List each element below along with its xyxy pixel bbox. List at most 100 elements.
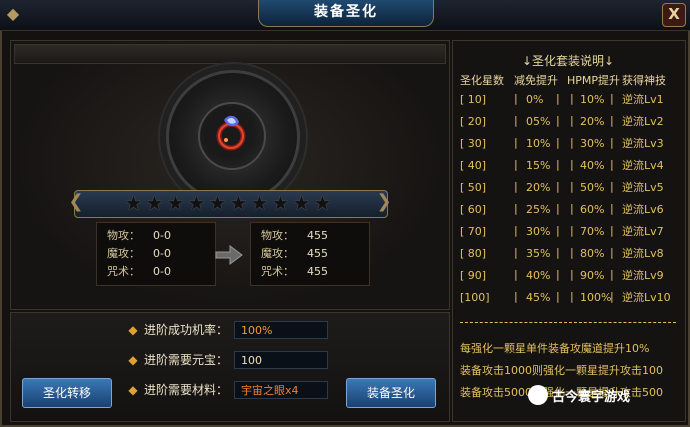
- column-separator: |: [514, 158, 518, 171]
- watermark: 古今寰宇游戏: [528, 384, 630, 406]
- column-separator: |: [556, 290, 560, 303]
- gold-cost-row: ◆ 进阶需要元宝： 100: [126, 350, 328, 370]
- star-icon: ★: [271, 191, 290, 215]
- corner-ornament-icon: ◆: [6, 4, 20, 23]
- stat-value: 0-0: [153, 265, 171, 278]
- set-info-cell: [ 70]: [460, 225, 487, 238]
- requirement-label: 进阶成功机率：: [144, 323, 229, 337]
- next-stat-row: 咒术： 455: [261, 263, 328, 281]
- set-info-cell: [ 20]: [460, 115, 487, 128]
- column-separator: |: [514, 180, 518, 193]
- column-separator: |: [556, 92, 560, 105]
- column-separator: |: [570, 92, 574, 105]
- column-separator: |: [570, 246, 574, 259]
- star-icon: ★: [124, 191, 143, 215]
- column-separator: |: [610, 180, 614, 193]
- stat-value: 0-0: [153, 229, 171, 242]
- stat-label: 魔攻：: [261, 247, 294, 260]
- set-info-cell: 35%: [526, 247, 551, 260]
- star-icon: ★: [229, 191, 248, 215]
- column-separator: |: [610, 92, 614, 105]
- star-icon: ★: [208, 191, 227, 215]
- set-info-cell: [ 80]: [460, 247, 487, 260]
- column-separator: |: [610, 158, 614, 171]
- set-info-cell: [100]: [460, 291, 490, 304]
- sanctify-button[interactable]: 装备圣化: [346, 378, 436, 408]
- column-separator: |: [514, 290, 518, 303]
- set-info-cell: 05%: [526, 115, 551, 128]
- column-separator: |: [556, 114, 560, 127]
- header-hpmp: HPMP提升: [567, 74, 621, 87]
- column-separator: |: [570, 224, 574, 237]
- stat-value: 455: [307, 265, 328, 278]
- diamond-icon: ◆: [128, 323, 138, 337]
- set-info-cell: 30%: [526, 225, 551, 238]
- column-separator: |: [610, 114, 614, 127]
- set-info-cell: 50%: [580, 181, 605, 194]
- set-info-cell: 10%: [526, 137, 551, 150]
- equipment-name-strip: [14, 44, 446, 64]
- stat-label: 咒术：: [107, 265, 140, 278]
- note-line: 装备攻击1000则强化一颗星提升攻击100: [460, 364, 663, 377]
- star-icon: ★: [166, 191, 185, 215]
- stat-value: 455: [307, 247, 328, 260]
- success-rate-value: 100%: [234, 321, 328, 339]
- column-separator: |: [556, 224, 560, 237]
- column-separator: |: [514, 92, 518, 105]
- note-line: 每强化一颗星单件装备攻魔道提升10%: [460, 342, 650, 355]
- set-info-cell: 逆流Lv6: [622, 203, 664, 216]
- set-info-cell: 30%: [580, 137, 605, 150]
- column-separator: |: [570, 136, 574, 149]
- set-info-cell: 40%: [580, 159, 605, 172]
- diamond-icon: ◆: [128, 383, 138, 397]
- set-info-cell: 逆流Lv10: [622, 291, 671, 304]
- column-separator: |: [556, 158, 560, 171]
- stat-label: 魔攻：: [107, 247, 140, 260]
- set-info-cell: 80%: [580, 247, 605, 260]
- star-icon: ★: [250, 191, 269, 215]
- set-info-cell: 10%: [580, 93, 605, 106]
- set-info-cell: 100%: [580, 291, 612, 304]
- bar-wing-left-icon: ❮: [68, 191, 84, 212]
- star-icon: ★: [145, 191, 164, 215]
- set-info-cell: 逆流Lv8: [622, 247, 664, 260]
- set-info-title: ↓圣化套装说明↓: [521, 54, 615, 68]
- column-separator: |: [556, 202, 560, 215]
- set-info-cell: [ 30]: [460, 137, 487, 150]
- set-info-cell: 20%: [580, 115, 605, 128]
- column-separator: |: [570, 202, 574, 215]
- stat-value: 0-0: [153, 247, 171, 260]
- column-separator: |: [610, 136, 614, 149]
- requirement-label: 进阶需要元宝：: [144, 353, 229, 367]
- requirement-label: 进阶需要材料：: [144, 383, 229, 397]
- column-separator: |: [514, 246, 518, 259]
- column-separator: |: [514, 224, 518, 237]
- column-separator: |: [514, 268, 518, 281]
- close-button[interactable]: X: [662, 3, 686, 27]
- sanctify-transfer-button[interactable]: 圣化转移: [22, 378, 112, 408]
- header-star-count: 圣化星数: [460, 74, 504, 87]
- column-separator: |: [570, 114, 574, 127]
- column-separator: |: [610, 246, 614, 259]
- set-info-cell: 逆流Lv9: [622, 269, 664, 282]
- bar-wing-right-icon: ❯: [376, 191, 392, 212]
- set-info-cell: 40%: [526, 269, 551, 282]
- set-info-cell: [ 90]: [460, 269, 487, 282]
- star-rating: ★ ★ ★ ★ ★ ★ ★ ★ ★ ★: [124, 192, 332, 214]
- column-separator: |: [556, 246, 560, 259]
- next-stats-box: 物攻： 455 魔攻： 455 咒术： 455: [250, 222, 370, 286]
- stat-label: 物攻：: [261, 229, 294, 242]
- stat-label: 咒术：: [261, 265, 294, 278]
- current-stat-row: 魔攻： 0-0: [107, 245, 171, 263]
- set-info-cell: 45%: [526, 291, 551, 304]
- column-separator: |: [610, 202, 614, 215]
- header-reduction: 减免提升: [514, 74, 558, 87]
- set-info-cell: 逆流Lv5: [622, 181, 664, 194]
- column-separator: |: [514, 114, 518, 127]
- set-info-cell: 逆流Lv1: [622, 93, 664, 106]
- column-separator: |: [610, 290, 614, 303]
- material-cost-value: 宇宙之眼x4: [234, 381, 328, 399]
- column-separator: |: [610, 224, 614, 237]
- set-info-cell: 90%: [580, 269, 605, 282]
- watermark-text: 古今寰宇游戏: [552, 389, 631, 405]
